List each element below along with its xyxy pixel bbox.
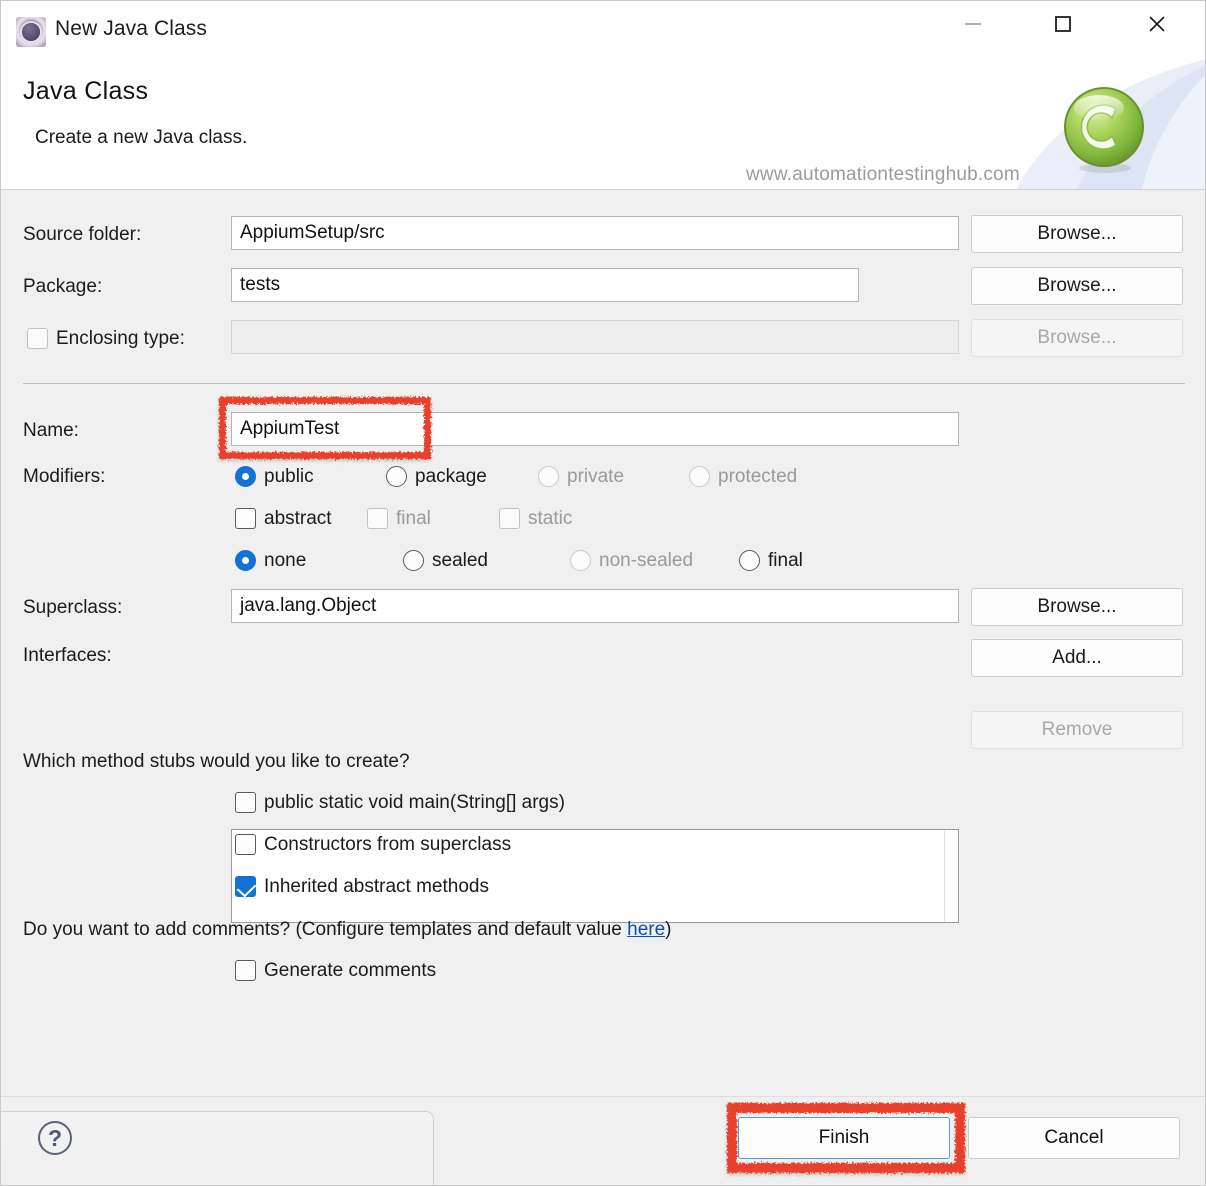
source-folder-browse-button[interactable]: Browse...: [971, 215, 1183, 253]
modifier-radio-package[interactable]: [386, 466, 407, 487]
package-browse-button[interactable]: Browse...: [971, 267, 1183, 305]
modifier-label-public: public: [264, 466, 314, 487]
modifier-radio-public[interactable]: [235, 466, 256, 487]
modifier-label-package: package: [415, 466, 487, 487]
wizard-header: Java Class Create a new Java class.: [1, 59, 1205, 189]
dialog-body: Source folder: AppiumSetup/src Browse...…: [1, 190, 1205, 1096]
configure-templates-link[interactable]: here: [627, 919, 665, 940]
sealed-label-none: none: [264, 550, 307, 571]
generate-comments-checkbox[interactable]: [235, 960, 256, 981]
name-label: Name:: [23, 420, 79, 441]
minimize-icon[interactable]: [942, 1, 1004, 47]
modifier-label-static: static: [528, 508, 573, 529]
generate-comments-label: Generate comments: [264, 960, 437, 981]
comments-question-pre: Do you want to add comments? (Configure …: [23, 919, 628, 940]
package-input[interactable]: tests: [231, 268, 859, 302]
modifiers-label: Modifiers:: [23, 466, 106, 487]
sealed-label-final: final: [768, 550, 803, 571]
interfaces-remove-button: Remove: [971, 711, 1183, 749]
stub-label-inherited-abstract: Inherited abstract methods: [264, 876, 489, 897]
modifier-radio-private[interactable]: [538, 466, 559, 487]
window-title: New Java Class: [55, 17, 207, 40]
sealed-radio-sealed[interactable]: [403, 550, 424, 571]
superclass-input[interactable]: java.lang.Object: [231, 589, 959, 623]
maximize-icon[interactable]: [1032, 1, 1094, 47]
sealed-label-non-sealed: non-sealed: [599, 550, 694, 571]
modifier-label-final: final: [396, 508, 431, 529]
interfaces-add-button[interactable]: Add...: [971, 639, 1183, 677]
sealed-label-sealed: sealed: [432, 550, 488, 571]
stub-checkbox-main-method[interactable]: [235, 792, 256, 813]
enclosing-type-input: [231, 320, 959, 354]
comments-question-post: ): [665, 919, 672, 940]
source-folder-input[interactable]: AppiumSetup/src: [231, 216, 959, 250]
interfaces-label: Interfaces:: [23, 645, 112, 666]
modifier-label-private: private: [567, 466, 625, 487]
help-question-icon[interactable]: ?: [36, 1119, 74, 1157]
sealed-radio-none[interactable]: [235, 550, 256, 571]
interfaces-scrollbar[interactable]: [944, 830, 958, 922]
section-divider: [23, 383, 1185, 384]
modifier-radio-protected[interactable]: [689, 466, 710, 487]
site-watermark: www.automationtestinghub.com: [746, 164, 1020, 185]
enclosing-type-label: Enclosing type:: [56, 328, 185, 349]
modifier-checkbox-final[interactable]: [367, 508, 388, 529]
method-stubs-question: Which method stubs would you like to cre…: [23, 751, 410, 772]
enclosing-type-browse-button: Browse...: [971, 319, 1183, 357]
superclass-browse-button[interactable]: Browse...: [971, 588, 1183, 626]
modifier-label-abstract: abstract: [264, 508, 332, 529]
enclosing-type-checkbox[interactable]: [27, 328, 48, 349]
new-java-class-dialog: New Java Class Java Class Create a new J…: [0, 0, 1206, 1186]
superclass-label: Superclass:: [23, 597, 123, 618]
sealed-radio-non-sealed[interactable]: [570, 550, 591, 571]
modifier-checkbox-static[interactable]: [499, 508, 520, 529]
sealed-radio-final[interactable]: [739, 550, 760, 571]
package-label: Package:: [23, 276, 103, 297]
java-class-wizard-icon: [16, 17, 46, 47]
page-description: Create a new Java class.: [35, 127, 248, 148]
stub-checkbox-inherited-abstract[interactable]: [235, 876, 256, 897]
green-c-sphere-logo: [1059, 84, 1149, 174]
modifier-checkbox-abstract[interactable]: [235, 508, 256, 529]
stub-label-main-method: public static void main(String[] args): [264, 792, 565, 813]
page-title: Java Class: [23, 77, 149, 105]
finish-button[interactable]: Finish: [738, 1117, 950, 1159]
title-bar: New Java Class: [1, 1, 1205, 59]
cancel-button[interactable]: Cancel: [968, 1117, 1180, 1159]
source-folder-label: Source folder:: [23, 224, 142, 245]
modifier-label-protected: protected: [718, 466, 798, 487]
stub-checkbox-constructors[interactable]: [235, 834, 256, 855]
close-icon[interactable]: [1126, 1, 1188, 47]
svg-text:?: ?: [48, 1125, 62, 1151]
name-input[interactable]: AppiumTest: [231, 412, 959, 446]
stub-label-constructors: Constructors from superclass: [264, 834, 512, 855]
comments-question: Do you want to add comments? (Configure …: [23, 919, 671, 941]
